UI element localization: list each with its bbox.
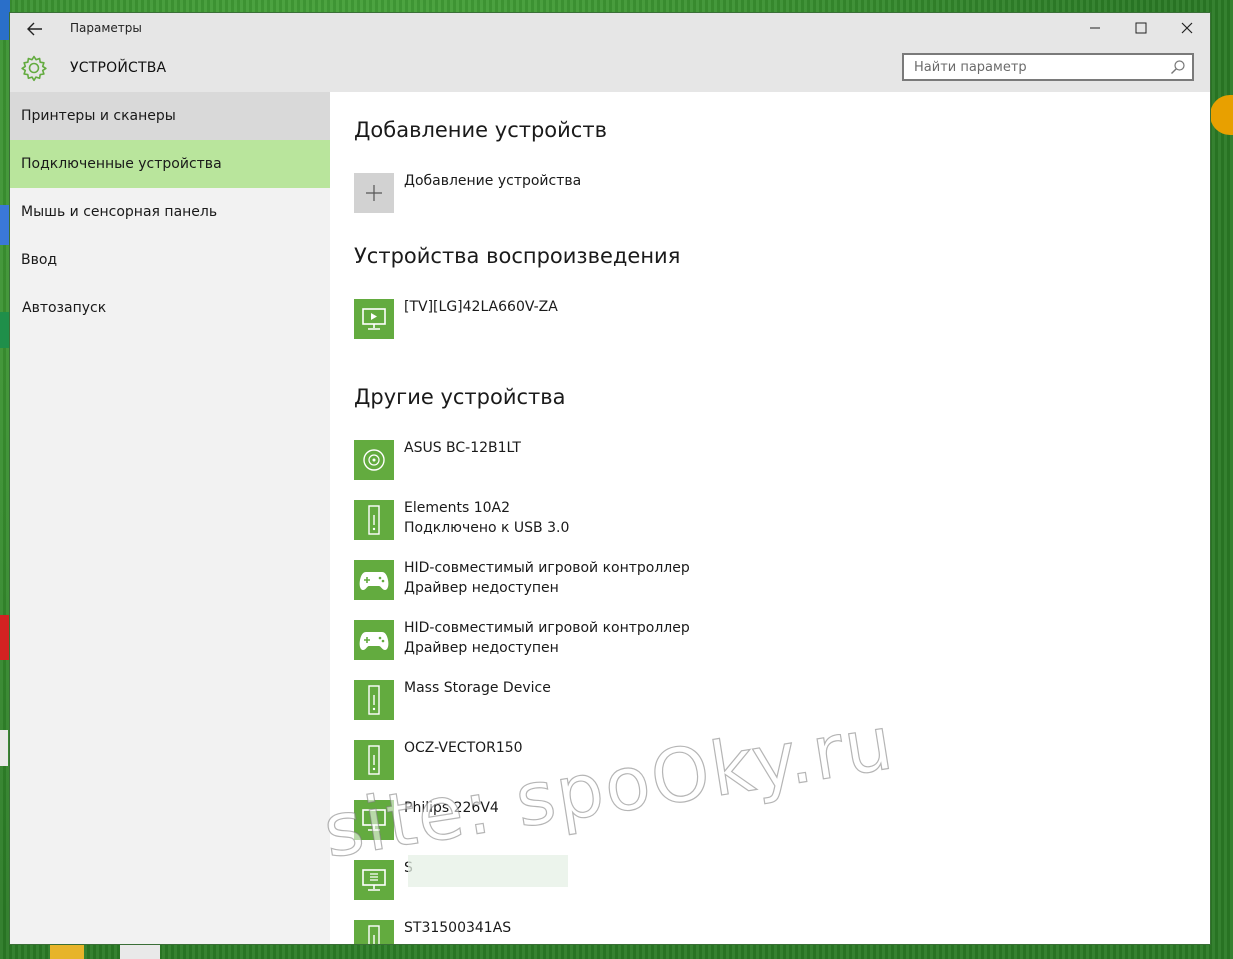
device-item[interactable]: HID-совместимый игровой контроллер Драйв… bbox=[354, 620, 1054, 660]
other-devices-heading: Другие устройства bbox=[354, 385, 566, 409]
search-input[interactable] bbox=[904, 55, 1166, 79]
device-item[interactable]: [TV][LG]42LA660V-ZA bbox=[354, 299, 1054, 339]
device-name: Elements 10A2 bbox=[404, 500, 511, 516]
add-device-button[interactable]: Добавление устройства bbox=[354, 173, 1054, 213]
page-title: УСТРОЙСТВА bbox=[70, 60, 167, 76]
add-devices-heading: Добавление устройств bbox=[354, 118, 607, 142]
sidebar-item-autoplay[interactable]: Автозапуск bbox=[10, 284, 330, 332]
close-icon bbox=[1181, 22, 1193, 34]
drive-icon bbox=[354, 500, 394, 540]
sidebar-item-label: Принтеры и сканеры bbox=[21, 108, 176, 124]
search-icon[interactable] bbox=[1170, 59, 1186, 75]
sidebar-item-label: Автозапуск bbox=[22, 300, 107, 316]
device-name: OCZ-VECTOR150 bbox=[404, 740, 523, 756]
desktop-icon-partial[interactable] bbox=[0, 205, 10, 245]
sidebar-item-label: Ввод bbox=[21, 252, 58, 268]
device-name: Mass Storage Device bbox=[404, 680, 551, 696]
drive-icon bbox=[354, 740, 394, 780]
minimize-button[interactable] bbox=[1072, 13, 1118, 43]
device-item[interactable]: Mass Storage Device bbox=[354, 680, 1054, 720]
device-item[interactable]: ASUS BC-12B1LT bbox=[354, 440, 1054, 480]
drive-icon bbox=[354, 680, 394, 720]
playback-devices-heading: Устройства воспроизведения bbox=[354, 244, 681, 268]
desktop-icon-partial[interactable] bbox=[0, 312, 10, 348]
device-item[interactable]: HID-совместимый игровой контроллер Драйв… bbox=[354, 560, 1054, 600]
back-button[interactable] bbox=[22, 17, 48, 41]
gear-icon bbox=[20, 54, 48, 82]
window-title: Параметры bbox=[70, 21, 142, 35]
gamepad-icon bbox=[354, 620, 394, 660]
window-header: Параметры УСТРОЙСТВА bbox=[10, 13, 1210, 92]
maximize-button[interactable] bbox=[1118, 13, 1164, 43]
device-status: Драйвер недоступен bbox=[404, 580, 559, 596]
desktop-icon-partial[interactable] bbox=[0, 615, 10, 660]
tv-play-icon bbox=[354, 299, 394, 339]
sidebar: Принтеры и сканеры Подключенные устройст… bbox=[10, 92, 330, 944]
desktop-icon-partial[interactable] bbox=[50, 944, 84, 959]
sidebar-item-label: Мышь и сенсорная панель bbox=[21, 204, 218, 220]
add-device-label: Добавление устройства bbox=[404, 173, 582, 189]
sidebar-item-mouse-touchpad[interactable]: Мышь и сенсорная панель bbox=[10, 188, 330, 236]
disc-icon bbox=[354, 440, 394, 480]
plus-icon bbox=[354, 173, 394, 213]
device-name: HID-совместимый игровой контроллер bbox=[404, 620, 690, 636]
sidebar-item-connected-devices[interactable]: Подключенные устройства bbox=[10, 140, 330, 188]
desktop-icon-partial[interactable] bbox=[0, 730, 8, 766]
sidebar-item-label: Подключенные устройства bbox=[21, 156, 222, 172]
gamepad-icon bbox=[354, 560, 394, 600]
close-button[interactable] bbox=[1164, 13, 1210, 43]
device-status: Драйвер недоступен bbox=[404, 640, 559, 656]
arrow-left-icon bbox=[27, 22, 42, 36]
minimize-icon bbox=[1090, 27, 1100, 29]
device-item[interactable]: Elements 10A2 Подключено к USB 3.0 bbox=[354, 500, 1054, 540]
desktop-icon-partial[interactable] bbox=[1210, 95, 1233, 135]
desktop-icon-partial[interactable] bbox=[120, 944, 160, 959]
device-status: Подключено к USB 3.0 bbox=[404, 520, 570, 536]
device-name: ASUS BC-12B1LT bbox=[404, 440, 521, 456]
search-box[interactable] bbox=[902, 53, 1194, 81]
device-name: HID-совместимый игровой контроллер bbox=[404, 560, 690, 576]
maximize-icon bbox=[1135, 22, 1147, 34]
sidebar-item-printers[interactable]: Принтеры и сканеры bbox=[10, 92, 330, 140]
desktop-icon-partial[interactable] bbox=[0, 0, 10, 40]
device-name: [TV][LG]42LA660V-ZA bbox=[404, 299, 558, 315]
sidebar-item-typing[interactable]: Ввод bbox=[10, 236, 330, 284]
